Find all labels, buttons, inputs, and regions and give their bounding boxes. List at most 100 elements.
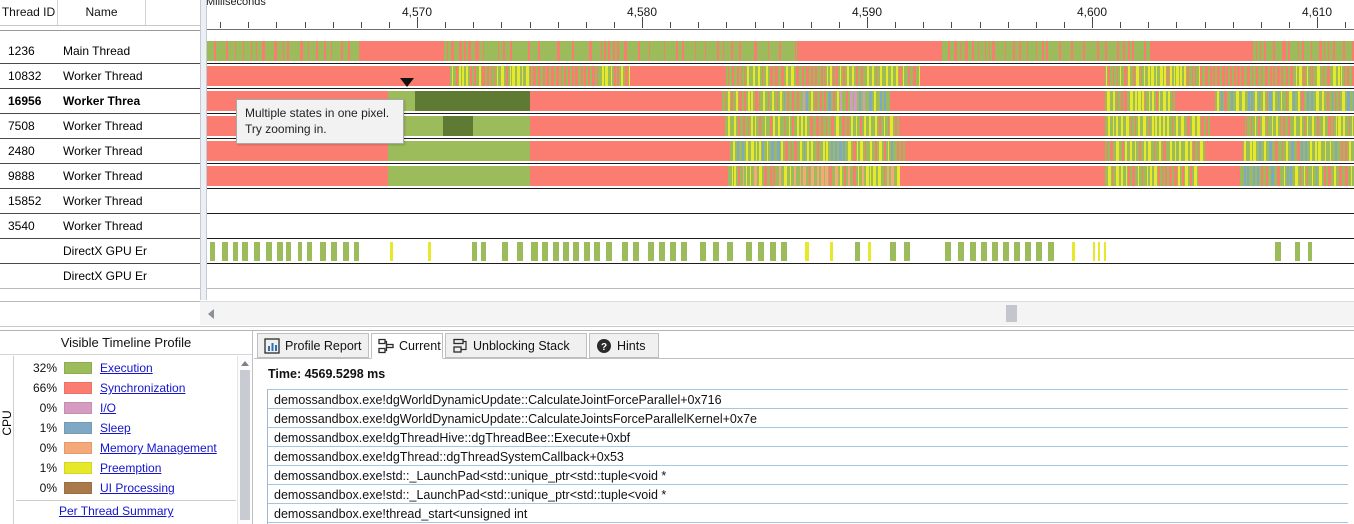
timeline-state-segment[interactable] <box>1323 66 1324 86</box>
timeline-state-segment[interactable] <box>540 66 542 86</box>
timeline-state-segment[interactable] <box>942 41 948 61</box>
timeline-state-segment[interactable] <box>630 66 725 86</box>
gpu-work-packet[interactable] <box>472 242 477 261</box>
timeline-state-segment[interactable] <box>638 41 640 61</box>
timeline-state-segment[interactable] <box>792 91 794 111</box>
timeline-state-segment[interactable] <box>1206 116 1208 136</box>
timeline-state-segment[interactable] <box>746 166 747 186</box>
timeline-state-segment[interactable] <box>823 141 825 161</box>
timeline-state-segment[interactable] <box>1142 91 1143 111</box>
timeline-state-segment[interactable] <box>1262 66 1265 86</box>
timeline-state-segment[interactable] <box>738 166 740 186</box>
timeline-state-segment[interactable] <box>1138 166 1140 186</box>
timeline-state-segment[interactable] <box>839 141 841 161</box>
timeline-state-segment[interactable] <box>800 166 801 186</box>
timeline-state-segment[interactable] <box>1268 66 1271 86</box>
timeline-state-segment[interactable] <box>833 66 835 86</box>
timeline-state-segment[interactable] <box>767 141 769 161</box>
timeline-state-segment[interactable] <box>968 41 972 61</box>
timeline-state-segment[interactable] <box>1124 91 1127 111</box>
timeline-state-segment[interactable] <box>957 41 960 61</box>
timeline-state-segment[interactable] <box>1167 66 1168 86</box>
timeline-state-segment[interactable] <box>739 66 741 86</box>
timeline-state-segment[interactable] <box>1311 91 1313 111</box>
timeline-state-segment[interactable] <box>737 141 740 161</box>
call-stack-row[interactable]: demossandbox.exe!std::_LaunchPad<std::un… <box>268 465 1348 485</box>
timeline-state-segment[interactable] <box>866 166 868 186</box>
timeline-state-segment[interactable] <box>1162 166 1163 186</box>
timeline-state-segment[interactable] <box>750 166 751 186</box>
timeline-state-segment[interactable] <box>388 141 423 161</box>
gpu-work-packet[interactable] <box>320 242 326 261</box>
thread-row-label[interactable]: 1236Main Thread <box>0 39 200 64</box>
timeline-state-segment[interactable] <box>262 41 264 61</box>
timeline-state-segment[interactable] <box>462 66 463 86</box>
timeline-state-segment[interactable] <box>482 66 484 86</box>
timeline-state-segment[interactable] <box>625 66 628 86</box>
timeline-state-segment[interactable] <box>872 66 875 86</box>
timeline-state-segment[interactable] <box>779 41 782 61</box>
timeline-state-segment[interactable] <box>331 41 332 61</box>
timeline-state-segment[interactable] <box>664 41 665 61</box>
timeline-state-segment[interactable] <box>1327 66 1330 86</box>
timeline-state-segment[interactable] <box>1302 41 1303 61</box>
timeline-state-segment[interactable] <box>1175 141 1176 161</box>
timeline-state-segment[interactable] <box>726 66 727 86</box>
timeline-state-segment[interactable] <box>811 166 814 186</box>
timeline-state-segment[interactable] <box>791 141 792 161</box>
timeline-state-segment[interactable] <box>423 141 455 161</box>
timeline-state-segment[interactable] <box>1116 166 1119 186</box>
timeline-state-segment[interactable] <box>479 41 483 61</box>
timeline-state-segment[interactable] <box>888 116 889 136</box>
gpu-work-packet[interactable] <box>958 242 964 261</box>
timeline-state-segment[interactable] <box>1195 66 1196 86</box>
timeline-state-segment[interactable] <box>448 41 451 61</box>
timeline-state-segment[interactable] <box>536 66 538 86</box>
timeline-state-segment[interactable] <box>896 66 898 86</box>
timeline-horizontal-scrollbar[interactable] <box>200 301 1354 325</box>
timeline-state-segment[interactable] <box>274 41 277 61</box>
timeline-state-segment[interactable] <box>1341 141 1343 161</box>
timeline-state-segment[interactable] <box>781 141 783 161</box>
timeline-state-segment[interactable] <box>531 66 533 86</box>
timeline-state-segment[interactable] <box>214 41 216 61</box>
timeline-state-segment[interactable] <box>575 66 578 86</box>
timeline-state-segment[interactable] <box>739 91 742 111</box>
timeline-state-segment[interactable] <box>559 66 561 86</box>
timeline-state-segment[interactable] <box>1352 66 1354 86</box>
timeline-state-segment[interactable] <box>887 166 889 186</box>
timeline-state-segment[interactable] <box>1174 166 1177 186</box>
timeline-state-segment[interactable] <box>743 166 744 186</box>
timeline-state-segment[interactable] <box>753 66 755 86</box>
timeline-state-segment[interactable] <box>725 91 727 111</box>
timeline-state-segment[interactable] <box>879 116 881 136</box>
timeline-state-segment[interactable] <box>1315 141 1316 161</box>
timeline-state-segment[interactable] <box>1284 166 1286 186</box>
timeline-state-segment[interactable] <box>733 141 735 161</box>
timeline-state-segment[interactable] <box>1136 66 1139 86</box>
timeline-state-segment[interactable] <box>1107 91 1110 111</box>
timeline-state-segment[interactable] <box>739 41 742 61</box>
gpu-work-packet[interactable] <box>670 242 676 261</box>
timeline-state-segment[interactable] <box>324 41 326 61</box>
timeline-state-segment[interactable] <box>510 41 512 61</box>
timeline-state-segment[interactable] <box>1345 166 1348 186</box>
timeline-state-segment[interactable] <box>1124 66 1127 86</box>
timeline-state-segment[interactable] <box>1225 66 1226 86</box>
timeline-state-segment[interactable] <box>545 66 547 86</box>
gpu-engine-track[interactable] <box>200 239 1354 264</box>
gpu-work-packet[interactable] <box>758 242 764 261</box>
timeline-state-segment[interactable] <box>806 91 808 111</box>
timeline-state-segment[interactable] <box>1287 166 1289 186</box>
timeline-state-segment[interactable] <box>1286 91 1288 111</box>
timeline-state-segment[interactable] <box>1328 116 1331 136</box>
timeline-state-segment[interactable] <box>1244 166 1246 186</box>
timeline-state-segment[interactable] <box>1300 116 1303 136</box>
timeline-state-segment[interactable] <box>1310 141 1312 161</box>
timeline-state-segment[interactable] <box>1182 166 1184 186</box>
timeline-state-segment[interactable] <box>787 91 789 111</box>
timeline-state-segment[interactable] <box>360 41 440 61</box>
timeline-state-segment[interactable] <box>748 116 749 136</box>
timeline-state-segment[interactable] <box>1281 91 1282 111</box>
timeline-state-segment[interactable] <box>512 66 515 86</box>
